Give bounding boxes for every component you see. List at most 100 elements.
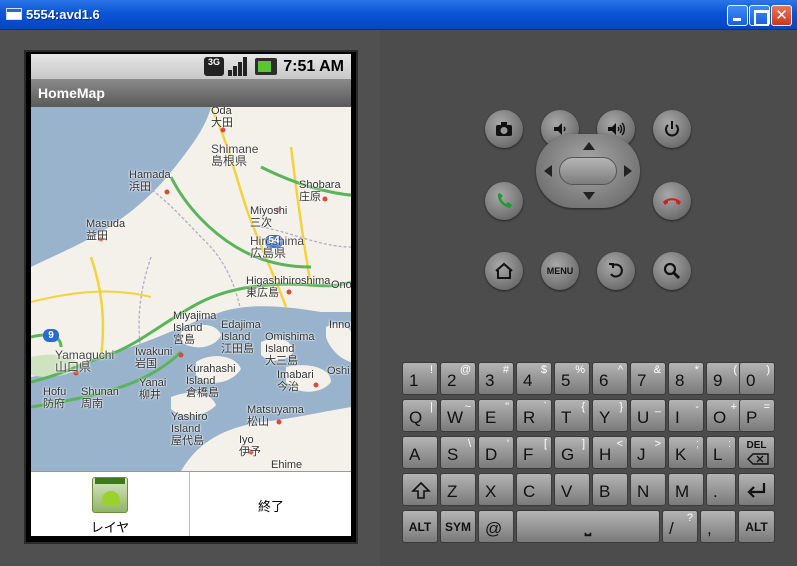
back-button[interactable]	[597, 252, 635, 290]
key-s[interactable]: \ S	[440, 436, 476, 469]
key-w[interactable]: ~ W	[440, 399, 476, 432]
key-l[interactable]: :L	[706, 436, 736, 469]
key-j[interactable]: > J	[630, 436, 666, 469]
map-label-oda: Oda 大田	[211, 107, 233, 129]
key-e[interactable]: " E	[478, 399, 514, 432]
map-label-omishima: Omishima Island 大三島	[265, 331, 315, 367]
home-button[interactable]	[485, 252, 523, 290]
key-space[interactable]: ⎵	[516, 510, 660, 543]
key-o[interactable]: + O	[706, 399, 742, 432]
key-comma[interactable]: ,	[700, 510, 736, 543]
map-label-shobara: Shobara 庄原	[299, 179, 341, 203]
dpad-center-button[interactable]	[559, 157, 617, 185]
key-t[interactable]: {T	[554, 399, 590, 432]
dpad-right-icon[interactable]	[624, 165, 632, 177]
key-8[interactable]: * 8	[668, 362, 704, 395]
key-b[interactable]: B	[592, 473, 628, 506]
map-label-shunan: Shunan 周南	[81, 386, 119, 410]
key-enter[interactable]	[738, 473, 775, 506]
minimize-button[interactable]	[727, 5, 748, 26]
camera-button[interactable]	[485, 110, 523, 148]
key-k[interactable]: ; K	[668, 436, 704, 469]
window-app-icon	[6, 8, 22, 20]
map-label-iyo: Iyo 伊予	[239, 434, 261, 458]
route-shield-9: 9	[48, 330, 54, 341]
back-icon	[609, 263, 623, 278]
key-sym[interactable]: SYM	[440, 510, 476, 543]
key-1[interactable]: ! 1	[402, 362, 438, 395]
map-view[interactable]: Oda 大田 Shimane 島根県 Hamada 浜田 Masuda 益田 Miyos…	[31, 107, 351, 471]
close-button[interactable]: ✕	[771, 5, 792, 26]
key-shift[interactable]	[402, 473, 438, 506]
key-4[interactable]: $4	[516, 362, 552, 395]
key-m[interactable]: M	[668, 473, 704, 506]
key-9[interactable]: (9	[706, 362, 742, 395]
shift-icon	[411, 481, 431, 499]
menu-button[interactable]: MENU	[541, 252, 579, 290]
key-alt-right[interactable]: ALT	[738, 510, 775, 543]
key-alt-left[interactable]: ALT	[402, 510, 438, 543]
options-menu: レイヤ 終了	[31, 471, 351, 536]
map-label-kurahashi: Kurahashi Island 倉橋島	[186, 363, 236, 399]
menu-item-quit[interactable]: 終了	[191, 472, 351, 536]
call-button[interactable]	[485, 182, 523, 220]
key-x[interactable]: X	[478, 473, 514, 506]
map-label-yashiro: Yashiro Island 屋代島	[171, 411, 208, 447]
key-5[interactable]: % 5	[554, 362, 590, 395]
key-y[interactable]: } Y	[592, 399, 628, 432]
map-label-masuda: Masuda 益田	[86, 218, 126, 242]
dpad-down-icon[interactable]	[583, 192, 595, 200]
key-p[interactable]: = P	[739, 399, 775, 432]
end-call-button[interactable]	[653, 182, 691, 220]
key-g[interactable]: ] G	[554, 436, 590, 469]
key-i[interactable]: -I	[668, 399, 704, 432]
key-del[interactable]: DEL	[738, 436, 775, 469]
map-label-ehime: Ehime	[271, 459, 303, 471]
key-3[interactable]: #3	[478, 362, 514, 395]
map-label-imabari: Imabari 今治	[277, 369, 314, 393]
key-c[interactable]: C	[516, 473, 552, 506]
key-d[interactable]: ' D	[478, 436, 514, 469]
map-label-matsuyama: Matsuyama 松山	[247, 404, 304, 428]
key-a[interactable]: A	[402, 436, 438, 469]
power-button[interactable]	[653, 110, 691, 148]
key-slash[interactable]: ? /	[662, 510, 698, 543]
map-label-yanai: Yanai 柳井	[139, 377, 167, 401]
app-title: HomeMap	[38, 85, 105, 101]
device-screen: 3G 7:51 AM HomeMap Oda 大田 Shimane 島根県 Ha…	[31, 54, 351, 536]
status-time: 7:51 AM	[283, 58, 344, 75]
close-icon: ✕	[775, 7, 788, 24]
key-q[interactable]: | Q	[402, 399, 438, 432]
key-2[interactable]: @2	[440, 362, 476, 395]
menu-item-layer[interactable]: レイヤ	[31, 472, 190, 536]
key-f[interactable]: [F	[516, 436, 552, 469]
key-n[interactable]: N	[630, 473, 666, 506]
key-z[interactable]: Z	[440, 473, 476, 506]
window-title: 5554:avd1.6	[26, 7, 100, 22]
end-call-icon	[663, 198, 681, 205]
map-label-oshi: Oshi	[327, 365, 350, 377]
power-icon	[665, 121, 679, 137]
maximize-button[interactable]	[749, 5, 770, 26]
window-titlebar: 5554:avd1.6 ✕	[0, 0, 797, 30]
dpad-up-icon[interactable]	[583, 142, 595, 150]
key-u[interactable]: _ U	[630, 399, 666, 432]
key-v[interactable]: V	[554, 473, 590, 506]
route-shield-54: 54	[268, 235, 280, 246]
hardware-keyboard: ! 1 @2 #3 $4 % 5 ^ 6 & 7 * 8 (9 ) 0 | Q ~ W " E `…	[402, 362, 775, 543]
dpad-left-icon[interactable]	[544, 165, 552, 177]
key-h[interactable]: < H	[592, 436, 628, 469]
dpad[interactable]	[536, 134, 640, 208]
key-at[interactable]: @	[478, 510, 514, 543]
key-7[interactable]: & 7	[630, 362, 666, 395]
key-r[interactable]: ` R	[516, 399, 552, 432]
search-button[interactable]	[653, 252, 691, 290]
key-period[interactable]: .	[706, 473, 736, 506]
network-3g-icon: 3G	[204, 57, 224, 76]
map-label-higashihiroshima: Higashihiroshima 東広島	[246, 275, 331, 299]
key-0[interactable]: ) 0	[739, 362, 775, 395]
camera-icon	[496, 122, 512, 136]
map-label-hamada: Hamada 浜田	[129, 169, 171, 193]
key-6[interactable]: ^ 6	[592, 362, 628, 395]
menu-item-layer-label: レイヤ	[90, 520, 130, 535]
